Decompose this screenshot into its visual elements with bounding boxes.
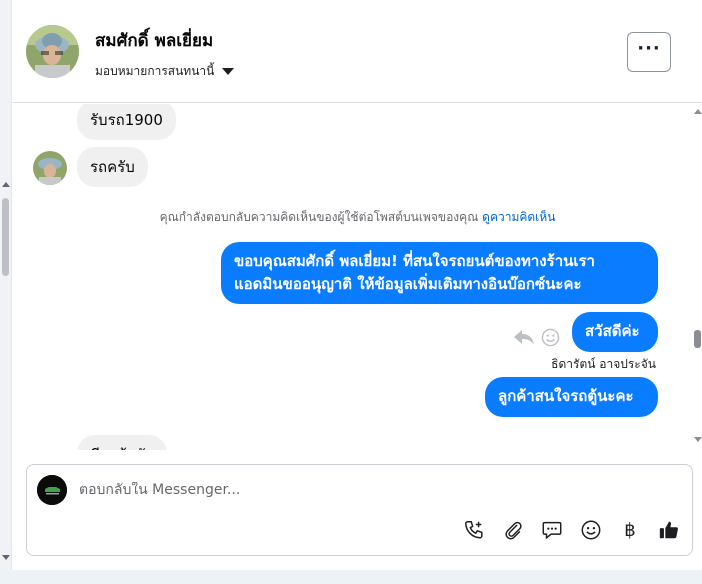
outgoing-message-line: แอดมินขออนุญาติ ให้ข้อมูลเพิ่มเติมทางอิน… <box>234 275 582 293</box>
outgoing-message[interactable]: สวัสดีค่ะ <box>572 312 658 352</box>
contact-avatar-small <box>33 151 67 185</box>
assign-conversation-dropdown[interactable]: มอบหมายการสนทนานี้ <box>95 62 235 81</box>
chat-scroll-up-icon[interactable] <box>694 109 702 114</box>
assign-label: มอบหมายการสนทนานี้ <box>95 64 215 78</box>
react-smiley-icon[interactable] <box>541 328 560 347</box>
conversation-panel: สมศักดิ์ พลเยี่ยม มอบหมายการสนทนานี้ ···… <box>13 0 702 570</box>
outgoing-message[interactable]: ลูกค้าสนใจรถตู้นะคะ <box>485 377 658 417</box>
more-icon: ··· <box>637 38 661 59</box>
outgoing-message[interactable]: ขอบคุณสมศักดิ์ พลเยี่ยม! ที่สนใจรถยนต์ขอ… <box>221 242 658 304</box>
reply-context-notice: คุณกำลังตอบกลับความคิดเห็นของผู้ใช้ต่อโพ… <box>13 208 702 227</box>
chat-scroll-down-icon[interactable] <box>694 437 702 442</box>
scroll-up-arrow-icon[interactable] <box>2 182 10 187</box>
baht-icon[interactable]: ฿ <box>619 519 641 541</box>
bottom-strip <box>0 570 702 584</box>
reply-input[interactable] <box>79 482 639 498</box>
chat-bubble-icon[interactable] <box>541 519 563 541</box>
incoming-message[interactable]: รถครับ <box>77 147 148 187</box>
more-options-button[interactable]: ··· <box>627 32 671 72</box>
sender-name: ธิดารัตน์ อาจประจัน <box>551 357 656 371</box>
scrollbar-thumb[interactable] <box>2 198 9 276</box>
message-list[interactable]: รับรถ1900 รถครับ คุณกำลังตอบกลับความคิดเ… <box>13 104 702 450</box>
chevron-down-icon <box>222 68 235 75</box>
view-comment-link[interactable]: ดูความคิดเห็น <box>482 210 555 224</box>
paperclip-icon[interactable] <box>502 519 524 541</box>
reply-composer: ฿ <box>26 464 693 556</box>
outgoing-message-line: ขอบคุณสมศักดิ์ พลเยี่ยม! ที่สนใจรถยนต์ขอ… <box>234 252 595 270</box>
contact-name[interactable]: สมศักดิ์ พลเยี่ยม <box>95 27 213 54</box>
smiley-icon[interactable] <box>580 519 602 541</box>
reply-icon[interactable] <box>513 328 535 346</box>
outer-scrollbar[interactable] <box>0 0 12 570</box>
contact-avatar[interactable] <box>26 25 79 78</box>
notice-text: คุณกำลังตอบกลับความคิดเห็นของผู้ใช้ต่อโพ… <box>159 210 479 224</box>
composer-toolbar: ฿ <box>463 519 680 541</box>
conversation-header: สมศักดิ์ พลเยี่ยม มอบหมายการสนทนานี้ ··· <box>13 0 702 103</box>
page-avatar <box>37 475 67 505</box>
thumbs-up-icon[interactable] <box>658 519 680 541</box>
scroll-down-arrow-icon[interactable] <box>2 555 10 560</box>
incoming-message[interactable]: รับรถ1900 <box>77 104 176 140</box>
incoming-message[interactable]: มีรถตู้ครับ <box>77 435 168 450</box>
phone-plus-icon[interactable] <box>463 519 485 541</box>
chat-scrollbar-thumb[interactable] <box>694 330 701 348</box>
